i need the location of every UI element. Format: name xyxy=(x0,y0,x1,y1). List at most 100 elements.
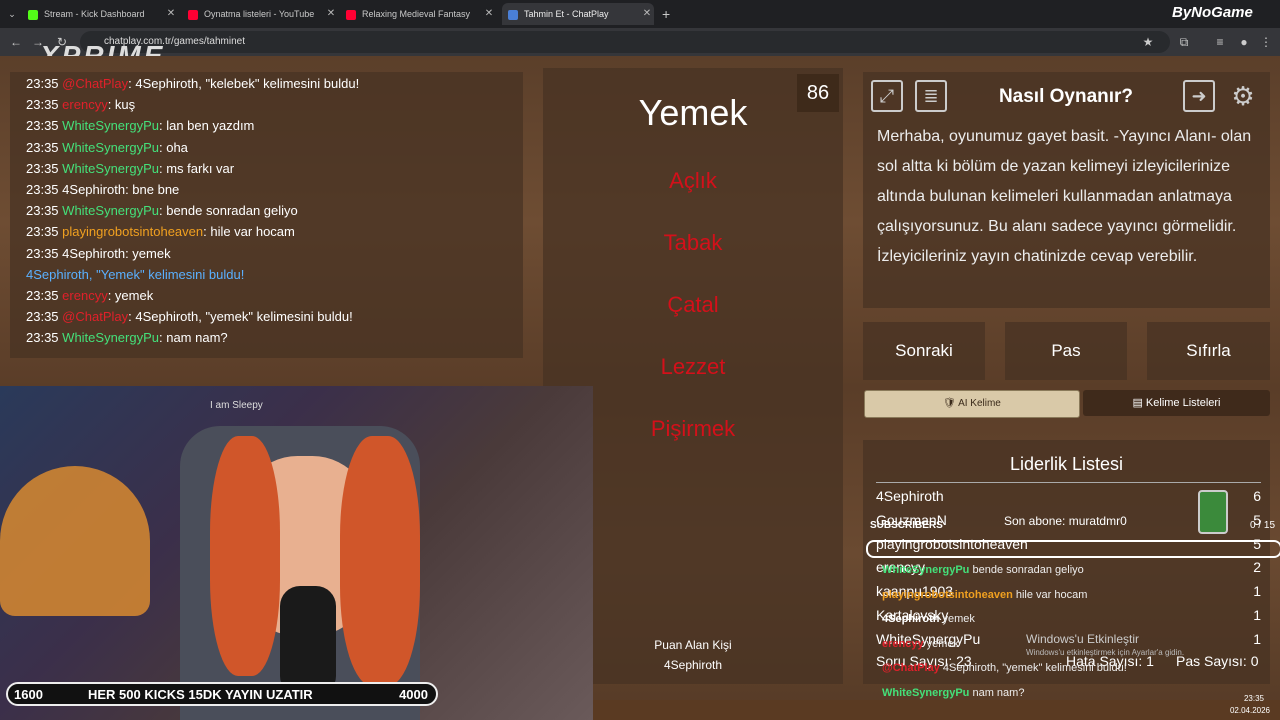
chat-message: : nam nam? xyxy=(159,330,228,346)
tab-title: Oynatma listeleri - YouTube xyxy=(204,9,315,19)
tab-search-button[interactable]: ⌄ xyxy=(4,3,20,25)
chat-message: : hile var hocam xyxy=(203,224,295,240)
chat-message: : kuş xyxy=(107,97,136,113)
player-score: 1 xyxy=(1253,630,1261,647)
chat-user[interactable]: erencyy xyxy=(62,288,108,303)
fullscreen-icon[interactable]: ⤢ xyxy=(871,80,903,112)
chat-panel: 23:35 @ChatPlay: 4Sephiroth, "kelebek" k… xyxy=(10,72,523,358)
sub-goal-count: 0 / 15 xyxy=(1250,520,1276,531)
chat-user[interactable]: WhiteSynergyPu xyxy=(62,161,159,176)
close-icon[interactable]: ✕ xyxy=(640,3,654,25)
chat-line: 23:35 WhiteSynergyPu: lan ben yazdım xyxy=(26,118,254,133)
overlay-chat-line: 4Sephiroth yemek xyxy=(882,613,975,625)
leaderboard-title: Liderlik Listesi xyxy=(1009,454,1124,474)
kicks-left: 1600 xyxy=(14,687,43,702)
chat-message: : ms farkı var xyxy=(159,160,235,176)
overlay-chat-line: erencyy yemek xyxy=(882,638,959,650)
extensions-icon[interactable]: ⧉ xyxy=(1176,34,1192,50)
tab-youtube-playlists[interactable]: Oynatma listeleri - YouTube ✕ xyxy=(188,3,338,25)
chat-line: 23:35 WhiteSynergyPu: ms farkı var xyxy=(26,161,234,176)
chat-line: 23:35 4Sephiroth: yemek xyxy=(26,246,171,261)
back-icon[interactable]: ← xyxy=(8,34,24,50)
overlay-chat-user: erencyy xyxy=(882,637,924,650)
next-button[interactable]: Sonraki xyxy=(863,322,985,380)
overlay-chat-user: 4Sephiroth xyxy=(882,613,940,625)
last-subscriber: Son abone: muratdmr0 xyxy=(1004,514,1127,528)
tab-title: Stream - Kick Dashboard xyxy=(44,9,145,19)
chat-user[interactable]: WhiteSynergyPu xyxy=(62,203,159,218)
chat-line: 4Sephiroth, "Yemek" kelimesini buldu! xyxy=(26,267,244,282)
ai-word-button[interactable]: 🛡 AI Kelime xyxy=(864,390,1080,418)
close-icon[interactable]: ✕ xyxy=(482,3,496,25)
youtube-icon xyxy=(188,9,198,20)
chat-time: 23:35 xyxy=(26,203,59,219)
chat-user[interactable]: 4Sephiroth xyxy=(62,182,125,197)
chat-user[interactable]: WhiteSynergyPu xyxy=(62,118,159,133)
forbidden-word: Lezzet xyxy=(660,354,726,379)
chat-time: 23:35 xyxy=(26,245,59,261)
tab-chatplay[interactable]: Tahmin Et - ChatPlay ✕ xyxy=(502,3,654,25)
exit-icon[interactable]: ➜ xyxy=(1183,80,1215,112)
new-tab-button[interactable]: + xyxy=(662,3,678,25)
chat-time: 23:35 xyxy=(26,182,59,197)
overlay-chat-message: bende sonradan geliyo xyxy=(972,564,1084,576)
overlay-chat-user: playingrobotsintoheaven xyxy=(882,588,1013,601)
word-lists-button[interactable]: ▤ Kelime Listeleri xyxy=(1083,390,1270,416)
media-icon[interactable]: ≡ xyxy=(1212,34,1228,50)
tab-kick-dashboard[interactable]: Stream - Kick Dashboard ✕ xyxy=(28,3,178,25)
clipboard-icon: ▤ xyxy=(1132,397,1146,409)
chat-user[interactable]: @ChatPlay xyxy=(62,76,128,91)
divider xyxy=(876,482,1261,483)
tab-title: Relaxing Medieval Fantasy xyxy=(362,9,471,19)
overlay-chat-message: hile var hocam xyxy=(1015,588,1088,601)
tab-medieval-music[interactable]: Relaxing Medieval Fantasy ✕ xyxy=(346,3,496,25)
forbidden-word: Açlık xyxy=(669,168,717,193)
player-score: 2 xyxy=(1253,559,1261,576)
chat-message: : 4Sephiroth, "kelebek" kelimesini buldu… xyxy=(128,76,360,91)
chat-message: : 4Sephiroth, "yemek" kelimesini buldu! xyxy=(128,309,353,325)
chat-user[interactable]: WhiteSynergyPu xyxy=(62,140,159,155)
close-icon[interactable]: ✕ xyxy=(164,3,178,25)
sub-goal-jar xyxy=(1198,490,1228,534)
url-field[interactable]: chatplay.com.tr/games/tahminet xyxy=(80,31,1170,53)
chat-user[interactable]: @ChatPlay xyxy=(62,309,128,324)
chatplay-icon xyxy=(508,9,518,20)
chat-line: 23:35 @ChatPlay: 4Sephiroth, "yemek" kel… xyxy=(26,309,353,324)
player-name: 4Sephiroth xyxy=(876,488,944,504)
chat-message: : bne bne xyxy=(125,182,180,197)
player-score: 1 xyxy=(1253,607,1261,623)
chat-time: 23:35 xyxy=(26,76,59,91)
tab-title: Tahmin Et - ChatPlay xyxy=(524,9,609,19)
forbidden-word: Çatal xyxy=(667,292,719,317)
chat-message: : yemek xyxy=(107,288,154,303)
howto-panel: ⤢ ≣ Nasıl Oynanır? ➜ ⚙ Merhaba, oyunumuz… xyxy=(863,72,1270,308)
chat-time: 23:35 xyxy=(26,330,59,346)
profile-avatar[interactable]: ● xyxy=(1236,34,1252,50)
notes-icon[interactable]: ≣ xyxy=(915,80,947,112)
chat-time: 23:35 xyxy=(26,224,59,240)
taskbar-date: 02.04.2026 xyxy=(1229,706,1270,715)
menu-icon[interactable]: ⋮ xyxy=(1258,34,1274,50)
subscribers-label: SUBSCRIBERS xyxy=(870,520,943,531)
kicks-bar: 1600 HER 500 KICKS 15DK YAYIN UZATIR 400… xyxy=(6,682,438,706)
bookmark-star-icon[interactable]: ★ xyxy=(1140,34,1156,50)
webcam-feed: I am Sleepy 1600 HER 500 KICKS 15DK YAYI… xyxy=(0,386,593,720)
overlay-chat-line: @ChatPlay 4Sephiroth, "yemek" kelimesini… xyxy=(882,662,1127,674)
chat-time: 23:35 xyxy=(26,139,59,155)
reset-button[interactable]: Sıfırla xyxy=(1147,322,1270,380)
chat-time: 23:35 xyxy=(26,97,59,113)
overlay-chat-user: WhiteSynergyPu xyxy=(882,564,970,576)
microphone-image xyxy=(280,586,336,696)
highlight-outline xyxy=(866,540,1280,558)
overlay-chat-user: WhiteSynergyPu xyxy=(882,686,970,699)
close-icon[interactable]: ✕ xyxy=(324,3,338,25)
chat-user[interactable]: erencyy xyxy=(62,97,108,112)
chat-user[interactable]: playingrobotsintoheaven xyxy=(62,224,203,239)
chat-user[interactable]: 4Sephiroth, "Yemek" kelimesini buldu! xyxy=(26,267,244,282)
chat-user[interactable]: 4Sephiroth xyxy=(62,246,125,261)
hair-left xyxy=(210,436,280,676)
settings-gear-icon[interactable]: ⚙ xyxy=(1227,80,1259,112)
chat-time: 23:35 xyxy=(26,118,59,134)
pass-button[interactable]: Pas xyxy=(1005,322,1127,380)
chat-user[interactable]: WhiteSynergyPu xyxy=(62,330,159,345)
